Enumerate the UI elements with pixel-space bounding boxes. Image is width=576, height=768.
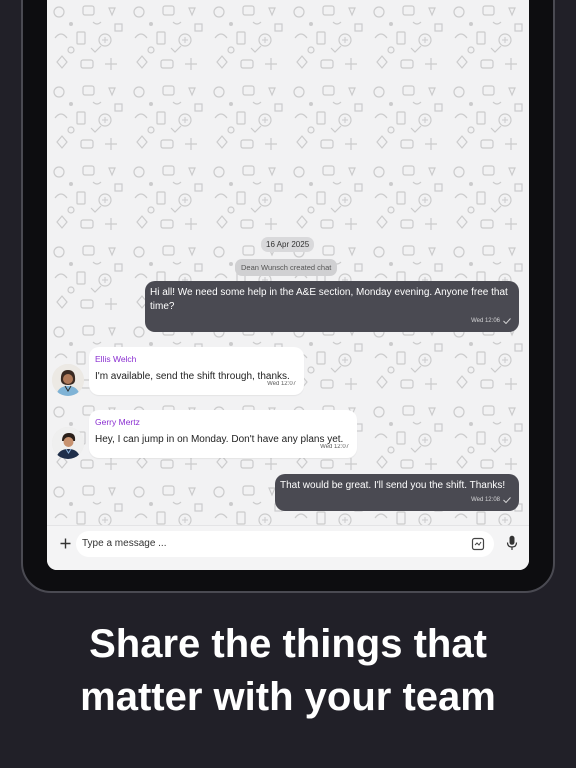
message-text: Hi all! We need some help in the A&E sec… [150,287,508,312]
check-icon [503,318,511,324]
sticker-icon[interactable] [471,537,485,551]
incoming-message[interactable]: Gerry Mertz Hey, I can jump in on Monday… [89,410,357,458]
message-text: Hey, I can jump in on Monday. Don't have… [95,434,344,445]
message-input[interactable]: Type a message ... [76,531,494,557]
person-avatar-icon [52,427,84,459]
avatar[interactable] [52,427,84,459]
check-icon [503,497,511,503]
message-time: Wed 12:07 [320,444,349,450]
chat-screen: 16 Apr 2025 Dean Wunsch created chat Hi … [47,0,529,570]
message-time: Wed 12:07 [267,381,296,387]
outgoing-message[interactable]: Hi all! We need some help in the A&E sec… [145,281,519,332]
sender-name[interactable]: Gerry Mertz [95,415,349,429]
message-composer: Type a message ... [47,525,529,570]
message-text: I'm available, send the shift through, t… [95,371,290,382]
message-time: Wed 12:06 [471,318,500,324]
outgoing-message[interactable]: That would be great. I'll send you the s… [275,474,519,511]
sender-name[interactable]: Ellis Welch [95,352,296,366]
date-separator: 16 Apr 2025 [261,237,315,252]
message-time: Wed 12:08 [471,497,500,503]
message-meta: Wed 12:07 [320,440,349,454]
message-input-placeholder: Type a message ... [82,538,167,549]
person-avatar-icon [52,364,84,396]
headline-line-2: matter with your team [80,675,496,719]
incoming-message[interactable]: Ellis Welch I'm available, send the shif… [89,347,304,395]
message-meta: Wed 12:07 [267,377,296,391]
message-meta: Wed 12:06 [471,314,511,328]
microphone-icon[interactable] [506,535,518,551]
promo-headline: Share the things that matter with your t… [0,618,576,724]
system-message: Dean Wunsch created chat [235,259,338,276]
plus-icon[interactable] [57,534,73,552]
message-text: That would be great. I'll send you the s… [280,480,506,491]
headline-line-1: Share the things that [89,622,487,666]
message-meta: Wed 12:08 [471,493,511,507]
message-list[interactable]: 16 Apr 2025 Dean Wunsch created chat Hi … [47,0,529,525]
avatar[interactable] [52,364,84,396]
